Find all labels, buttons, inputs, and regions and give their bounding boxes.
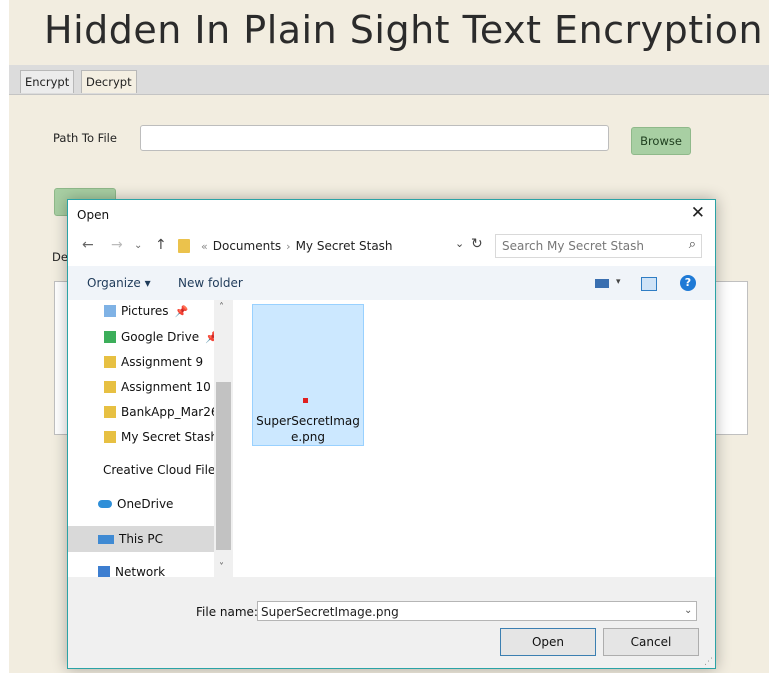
scroll-down-icon[interactable]: ˅: [219, 562, 224, 573]
nav-item-assignment-9[interactable]: Assignment 9: [104, 355, 203, 369]
file-item-supersecretimage[interactable]: SuperSecretImag e.png: [252, 304, 364, 446]
nav-item-my-secret-stash[interactable]: My Secret Stash: [104, 430, 218, 444]
google-drive-icon: [104, 331, 116, 343]
pictures-icon: [104, 305, 116, 317]
nav-scrollbar-thumb[interactable]: [216, 382, 231, 550]
onedrive-icon: [98, 500, 112, 508]
change-view-icon[interactable]: [595, 279, 609, 288]
scroll-up-icon[interactable]: ˄: [219, 302, 224, 313]
decrypted-text-label: De: [52, 250, 68, 264]
up-arrow-icon[interactable]: ↑: [155, 237, 167, 253]
refresh-icon[interactable]: ↻: [471, 236, 483, 252]
window-left-edge: [0, 0, 9, 673]
pin-icon: 📌: [174, 304, 189, 318]
filename-dropdown-icon[interactable]: ⌄: [684, 605, 692, 616]
address-dropdown-icon[interactable]: ⌄: [455, 237, 464, 250]
nav-item-assignment-10[interactable]: Assignment 10: [104, 380, 211, 394]
this-pc-icon: [98, 534, 114, 544]
forward-arrow-icon[interactable]: →: [111, 237, 123, 253]
path-input[interactable]: [140, 125, 609, 151]
folder-icon: [104, 406, 116, 418]
search-icon: ⌕: [688, 237, 696, 252]
resize-grip-icon[interactable]: ⋰: [704, 657, 713, 667]
preview-pane-icon[interactable]: [641, 277, 657, 291]
tab-bar: Encrypt Decrypt: [9, 65, 769, 95]
cancel-button[interactable]: Cancel: [603, 628, 699, 656]
back-arrow-icon[interactable]: ←: [82, 237, 94, 253]
nav-item-onedrive[interactable]: OneDrive: [98, 497, 173, 511]
address-overflow[interactable]: «: [201, 240, 208, 253]
folder-icon: [104, 356, 116, 368]
nav-item-bankapp[interactable]: BankApp_Mar26_: [104, 405, 225, 419]
filename-label: File name:: [196, 605, 258, 619]
file-name-label: SuperSecretImag e.png: [256, 414, 360, 444]
tab-decrypt[interactable]: Decrypt: [81, 70, 137, 93]
breadcrumb-my-secret-stash[interactable]: My Secret Stash: [296, 239, 393, 253]
search-placeholder: Search My Secret Stash: [502, 239, 645, 253]
nav-item-google-drive[interactable]: Google Drive 📌: [104, 330, 219, 344]
organize-menu[interactable]: Organize ▾: [87, 276, 151, 290]
breadcrumb-separator-icon: ›: [286, 239, 291, 253]
folder-icon: [104, 431, 116, 443]
path-label: Path To File: [53, 131, 117, 145]
open-file-dialog: Open ✕ ← → ⌄ ↑ « Documents › My Secret S…: [67, 199, 716, 669]
view-dropdown-icon[interactable]: ▾: [616, 277, 621, 287]
recent-locations-chevron-icon[interactable]: ⌄: [134, 240, 142, 251]
open-button[interactable]: Open: [500, 628, 596, 656]
image-thumbnail: [303, 398, 308, 403]
dialog-title: Open: [77, 208, 110, 222]
close-icon[interactable]: ✕: [691, 203, 705, 223]
nav-item-creative-cloud[interactable]: Creative Cloud Files: [98, 463, 214, 477]
help-icon[interactable]: ?: [680, 275, 696, 291]
nav-item-this-pc[interactable]: This PC: [98, 532, 163, 546]
new-folder-button[interactable]: New folder: [178, 276, 243, 290]
folder-icon: [104, 381, 116, 393]
tab-encrypt[interactable]: Encrypt: [20, 70, 75, 93]
address-bar[interactable]: « Documents › My Secret Stash: [178, 235, 483, 257]
navigation-pane: Pictures 📌 Google Drive 📌 Assignment 9 A…: [68, 300, 233, 579]
browse-button[interactable]: Browse: [631, 127, 691, 155]
breadcrumb-documents[interactable]: Documents: [213, 239, 281, 253]
filename-input[interactable]: SuperSecretImage.png: [257, 601, 697, 621]
folder-icon: [178, 239, 190, 253]
dialog-footer: File name: SuperSecretImage.png ⌄ Open C…: [68, 577, 715, 668]
app-title: Hidden In Plain Sight Text Encryption: [44, 8, 764, 52]
nav-item-pictures[interactable]: Pictures 📌: [104, 304, 188, 318]
search-box[interactable]: Search My Secret Stash ⌕: [495, 234, 702, 258]
